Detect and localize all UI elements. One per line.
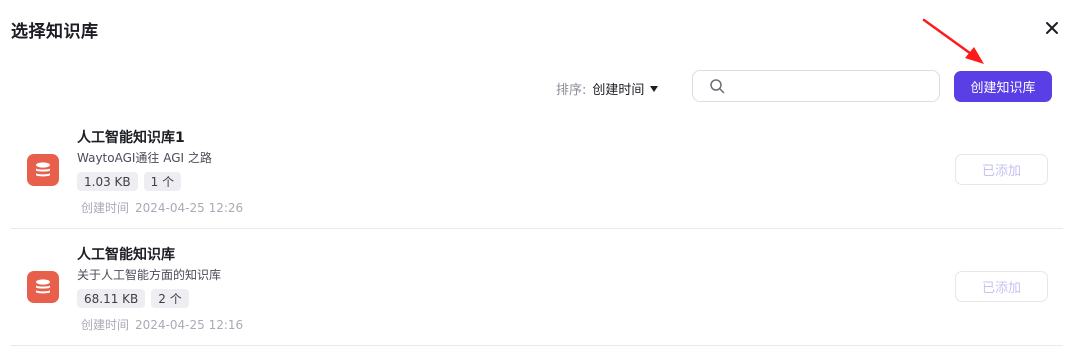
created-info: 创建时间 2024-04-25 12:16 [81, 316, 243, 333]
knowledge-base-list: 人工智能知识库1 WaytoAGI通往 AGI 之路 1.03 KB 1 个 创… [11, 112, 1063, 346]
list-item: 人工智能知识库 关于人工智能方面的知识库 68.11 KB 2 个 创建时间 20… [11, 229, 1063, 346]
search-box[interactable] [692, 70, 940, 102]
created-label: 创建时间 [81, 201, 130, 215]
create-knowledge-base-button[interactable]: 创建知识库 [954, 71, 1052, 102]
list-item: 人工智能知识库1 WaytoAGI通往 AGI 之路 1.03 KB 1 个 创… [11, 112, 1063, 229]
close-button[interactable] [1040, 16, 1064, 40]
search-input[interactable] [733, 78, 939, 94]
caret-down-icon [650, 85, 659, 92]
select-knowledge-base-dialog: 选择知识库 排序: 创建时间 创建知识库 人工智能知识库1 WaytoAGI通往… [0, 0, 1080, 360]
kb-tags: 1.03 KB 1 个 [77, 172, 182, 191]
database-icon [27, 154, 59, 186]
sort-value: 创建时间 [592, 83, 645, 98]
added-button[interactable]: 已添加 [955, 271, 1048, 302]
kb-name: 人工智能知识库1 [77, 130, 185, 146]
kb-name: 人工智能知识库 [77, 247, 175, 263]
close-icon [1046, 22, 1058, 34]
database-icon [27, 271, 59, 303]
created-info: 创建时间 2024-04-25 12:26 [81, 199, 243, 216]
kb-tags: 68.11 KB 2 个 [77, 289, 189, 308]
size-badge: 68.11 KB [77, 289, 146, 308]
dialog-title: 选择知识库 [11, 22, 99, 42]
sort-dropdown[interactable]: 排序: 创建时间 [556, 79, 659, 98]
annotation-arrow-icon [922, 18, 984, 64]
size-badge: 1.03 KB [77, 172, 138, 191]
created-time: 2024-04-25 12:16 [135, 318, 244, 332]
created-time: 2024-04-25 12:26 [135, 201, 244, 215]
added-button[interactable]: 已添加 [955, 154, 1048, 185]
count-badge: 2 个 [151, 289, 189, 308]
count-badge: 1 个 [143, 172, 182, 191]
search-icon [710, 79, 725, 94]
sort-label: 排序: [556, 83, 587, 98]
kb-description: WaytoAGI通往 AGI 之路 [77, 151, 212, 165]
created-label: 创建时间 [81, 318, 130, 332]
kb-description: 关于人工智能方面的知识库 [77, 268, 222, 282]
